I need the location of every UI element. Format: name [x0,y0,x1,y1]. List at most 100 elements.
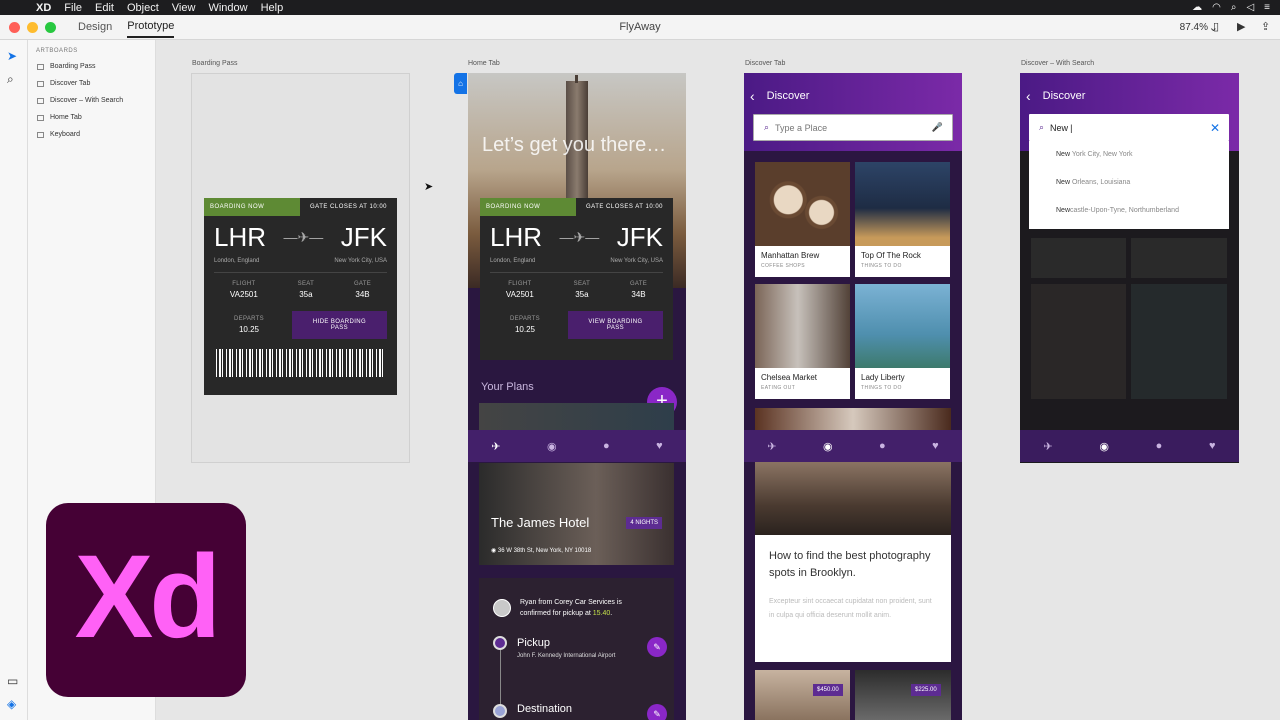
artboard-label-home[interactable]: Home Tab [468,60,500,67]
assets-icon[interactable]: ▭ [7,674,18,688]
tab-prototype[interactable]: Prototype [127,16,175,38]
pickup-marker-icon [493,636,507,650]
menu-view[interactable]: View [172,2,196,14]
back-arrow-icon[interactable]: ‹ [1026,88,1031,104]
discover-tab-icon[interactable]: ◉ [823,440,833,453]
layer-home-tab[interactable]: Home Tab [37,114,155,121]
result-rest: castle-Upon-Tyne, Northumberland [1070,207,1179,214]
origin-city: London, England [490,258,536,264]
tile-title: Chelsea Market [761,373,818,382]
profile-tab-icon[interactable]: ● [879,440,886,452]
artboard-discover-with-search[interactable]: ‹ Discover ⌕ New | ✕ New York City, New Yo… [1020,73,1239,463]
edit-pickup-button[interactable]: ✎ [647,637,667,657]
tab-design[interactable]: Design [78,17,112,37]
tile-category: COFFEE SHOPS [761,263,805,269]
profile-tab-icon[interactable]: ● [603,440,610,452]
menu-file[interactable]: File [64,2,82,14]
hide-boarding-pass-button[interactable]: HIDE BOARDING PASS [292,311,387,339]
destination-code: JFK [616,221,663,252]
result-newcastle[interactable]: Newcastle-Upon-Tyne, Northumberland [1029,197,1229,225]
flights-tab-icon[interactable]: ✈ [491,440,500,453]
share-icon[interactable]: ⇪ [1261,20,1270,33]
artboard-label-discover[interactable]: Discover Tab [745,60,785,67]
artboard-discover-tab[interactable]: ‹ Discover ⌕ Type a Place 🎤 Manhattan Bre… [744,73,962,720]
app-menu[interactable]: XD [36,2,51,14]
search-icon[interactable]: ⌕ [1231,2,1237,13]
flights-tab-icon[interactable]: ✈ [1043,440,1052,453]
control-center-icon[interactable]: ≡ [1264,2,1270,13]
result-new-york[interactable]: New York City, New York [1029,141,1229,169]
layers-header: ARTBOARDS [36,48,78,54]
pickup-time: 15.40 [592,610,611,617]
artboard-label-boarding[interactable]: Boarding Pass [192,60,238,67]
maximize-window-button[interactable] [45,21,56,33]
origin-city: London, England [214,258,260,264]
search-query[interactable]: New [1050,123,1068,133]
destination-label: Destination [517,703,573,715]
view-boarding-pass-button[interactable]: VIEW BOARDING PASS [568,311,663,339]
flight-label: FLIGHT [232,281,256,287]
profile-tab-icon[interactable]: ● [1156,440,1163,452]
ride-card[interactable]: Ryan from Corey Car Services is confirme… [479,578,674,720]
layer-discover-with-search[interactable]: Discover – With Search [37,97,155,104]
home-artboard-icon[interactable]: ⌂ [454,73,467,94]
zoom-level[interactable]: 87.4% [1180,22,1208,33]
artboard-label-discover-search[interactable]: Discover – With Search [1021,60,1094,67]
article-image-top [755,408,951,430]
search-bar[interactable]: ⌕ Type a Place 🎤 [753,114,953,141]
close-window-button[interactable] [9,21,20,33]
select-tool-icon[interactable]: ➤ [7,49,17,63]
result-match: New [1056,179,1071,186]
home-boarding-pass-card: BOARDING NOW GATE CLOSES AT 10:00 LHR —✈— J… [480,198,673,360]
favorites-tab-icon[interactable]: ♥ [932,440,939,452]
tool-rail: ➤ ⌕ ▭ ◈ [0,40,28,720]
clear-icon[interactable]: ✕ [1210,121,1220,135]
discover-tab-icon[interactable]: ◉ [1099,440,1109,453]
result-rest: Orleans, Louisiana [1070,179,1131,186]
volume-icon[interactable]: ◁ [1246,2,1254,13]
gate-label: GATE [629,281,648,287]
destination-marker-icon [493,704,507,718]
tile-title: Manhattan Brew [761,251,820,260]
favorites-tab-icon[interactable]: ♥ [1209,440,1216,452]
hotel-card[interactable]: The James Hotel 4 NIGHTS ◉ 36 W 38th St,… [479,463,674,565]
menu-window[interactable]: Window [208,2,247,14]
tile-top-of-the-rock[interactable]: Top Of The Rock THINGS TO DO [855,162,950,277]
result-match: New [1056,151,1071,158]
menu-help[interactable]: Help [261,2,284,14]
microphone-icon[interactable]: 🎤 [932,122,943,133]
favorites-tab-icon[interactable]: ♥ [656,440,663,452]
back-arrow-icon[interactable]: ‹ [750,88,755,104]
flights-tab-icon[interactable]: ✈ [767,440,776,453]
layer-discover-tab[interactable]: Discover Tab [37,80,155,87]
artboard-home-tab[interactable]: Let’s get you there… BOARDING NOW GATE CL… [468,73,686,720]
tile-chelsea-market[interactable]: Chelsea Market EATING OUT [755,284,850,399]
play-icon[interactable]: ▶ [1237,20,1245,33]
discover-tab-icon[interactable]: ◉ [547,440,557,453]
edit-destination-button[interactable]: ✎ [647,704,667,720]
article-card[interactable]: How to find the best photography spots i… [755,535,951,662]
brooklyn-bridge-image [755,462,951,535]
search-icon: ⌕ [1039,122,1045,132]
device-preview-icon[interactable]: ▯ [1213,20,1222,33]
creative-cloud-icon[interactable]: ☁ [1192,2,1202,13]
layers-icon[interactable]: ◈ [7,697,16,711]
layer-keyboard[interactable]: Keyboard [37,131,155,138]
wifi-icon[interactable]: ◠ [1212,2,1221,13]
tile-lady-liberty[interactable]: Lady Liberty THINGS TO DO [855,284,950,399]
menu-object[interactable]: Object [127,2,159,14]
search-bar[interactable]: ⌕ New | ✕ [1029,114,1229,141]
minimize-window-button[interactable] [27,21,38,33]
statue-image [855,284,950,368]
zoom-tool-icon[interactable]: ⌕ [7,72,14,87]
discover-title: Discover [766,90,810,102]
result-new-orleans[interactable]: New Orleans, Louisiana [1029,169,1229,197]
tile-manhattan-brew[interactable]: Manhattan Brew COFFEE SHOPS [755,162,850,277]
departs-value: 10.25 [514,325,536,334]
layer-boarding-pass[interactable]: Boarding Pass [37,63,155,70]
flight-value: VA2501 [505,290,534,299]
ride-message-end: . [610,610,613,617]
departs-label: DEPARTS [234,316,264,322]
location-pin-icon: ◉ [491,548,498,554]
menu-edit[interactable]: Edit [95,2,114,14]
